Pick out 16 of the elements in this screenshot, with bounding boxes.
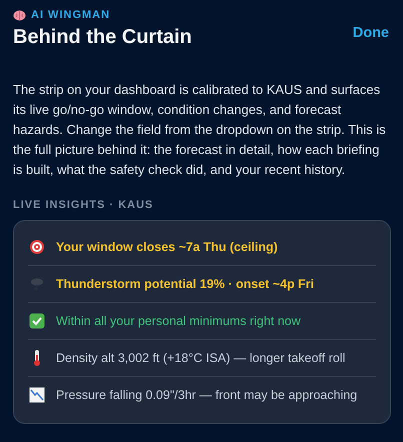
insight-text: Density alt 3,002 ft (+18°C ISA) — longer takeoff roll [56,351,346,365]
insight-text: Your window closes ~7a Thu (ceiling) [56,240,278,254]
insight-text: Thunderstorm potential 19% · onset ~4p Fri [56,277,314,291]
insight-text: Within all your personal minimums right now [56,314,301,328]
thermometer-icon [32,349,42,367]
brain-icon [13,10,26,20]
page-title: Behind the Curtain [13,26,192,49]
intro-paragraph: The strip on your dashboard is calibrated to KAUS and surfaces its live go/no-go window, condition changes, and forecast hazards. Change the field from the dropdown on the strip. This is the full picture behind it: the forecast in detail, how each briefing is built, what the safety check did, and your recent history. [13,81,387,179]
eyebrow-label: AI WINGMAN [31,9,110,21]
done-button[interactable]: Done [352,25,389,41]
target-icon [29,239,45,255]
insight-text: Pressure falling 0.09"/3hr — front may be approaching [56,388,358,402]
storm-cloud-icon [29,276,45,292]
section-label: LIVE INSIGHTS · KAUS [13,199,154,211]
check-icon [29,313,45,329]
falling-chart-icon [29,387,45,403]
